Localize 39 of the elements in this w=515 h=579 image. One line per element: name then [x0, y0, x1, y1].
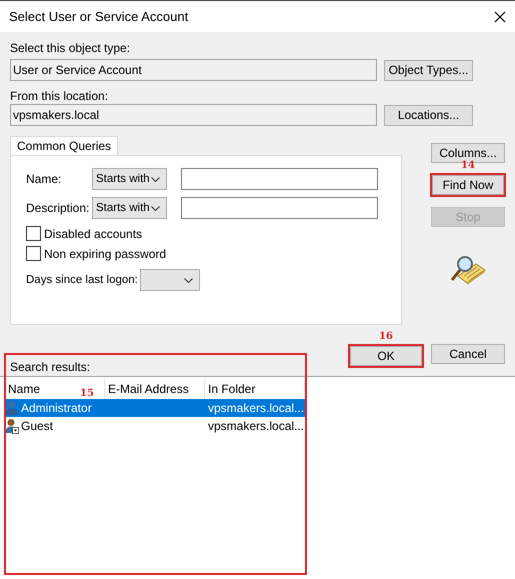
object-types-button[interactable]: Object Types...	[384, 60, 473, 80]
object-type-field: User or Service Account	[10, 59, 377, 81]
field-label: From this location:	[10, 89, 110, 103]
chevron-icon	[151, 176, 160, 182]
search-results-label: Search results:	[10, 360, 90, 374]
table-cell: vpsmakers.local...	[208, 401, 305, 415]
table-cell-text: Administrator	[20, 401, 93, 415]
close-icon[interactable]	[494, 10, 506, 22]
chevron-icon	[151, 206, 160, 210]
find-now-button[interactable]: Find Now	[432, 175, 504, 195]
user-down-arrow-icon	[5, 418, 19, 434]
operator-dropdown[interactable]: Starts with	[92, 197, 167, 219]
callout-number: 14	[460, 160, 476, 171]
checkbox[interactable]	[26, 246, 41, 261]
locations-button[interactable]: Locations...	[384, 104, 473, 126]
result-row[interactable]: Administrator vpsmakers.local...	[5, 399, 305, 417]
table-cell: vpsmakers.local...	[208, 419, 305, 433]
field-label: Name:	[26, 172, 62, 186]
field-label: Description:	[26, 201, 90, 215]
window-title: Select User or Service Account	[9, 9, 188, 24]
user-icon	[5, 400, 19, 416]
result-row[interactable]: Guest vpsmakers.local...	[5, 417, 305, 435]
checkbox[interactable]	[26, 226, 41, 241]
text-field[interactable]	[181, 168, 378, 190]
chevron-icon	[184, 278, 193, 282]
location-field: vpsmakers.local	[10, 104, 377, 126]
cancel-button[interactable]: Cancel	[431, 344, 505, 364]
ok-button[interactable]: OK	[350, 346, 422, 366]
magnifier-over-card-file-icon	[450, 256, 486, 286]
table-cell-text: Guest	[20, 419, 54, 433]
field-label: Select this object type:	[10, 41, 132, 55]
callout-number: 15	[80, 388, 94, 399]
text-field[interactable]	[181, 197, 378, 219]
checkbox-label: Non expiring password	[44, 246, 166, 260]
callout-number: 16	[378, 331, 394, 342]
checkbox-label: Disabled accounts	[44, 226, 142, 240]
operator-dropdown[interactable]: Starts with	[92, 168, 167, 190]
field-label: Days since last logon:	[26, 274, 139, 286]
tab[interactable]: Common Queries	[10, 136, 118, 155]
